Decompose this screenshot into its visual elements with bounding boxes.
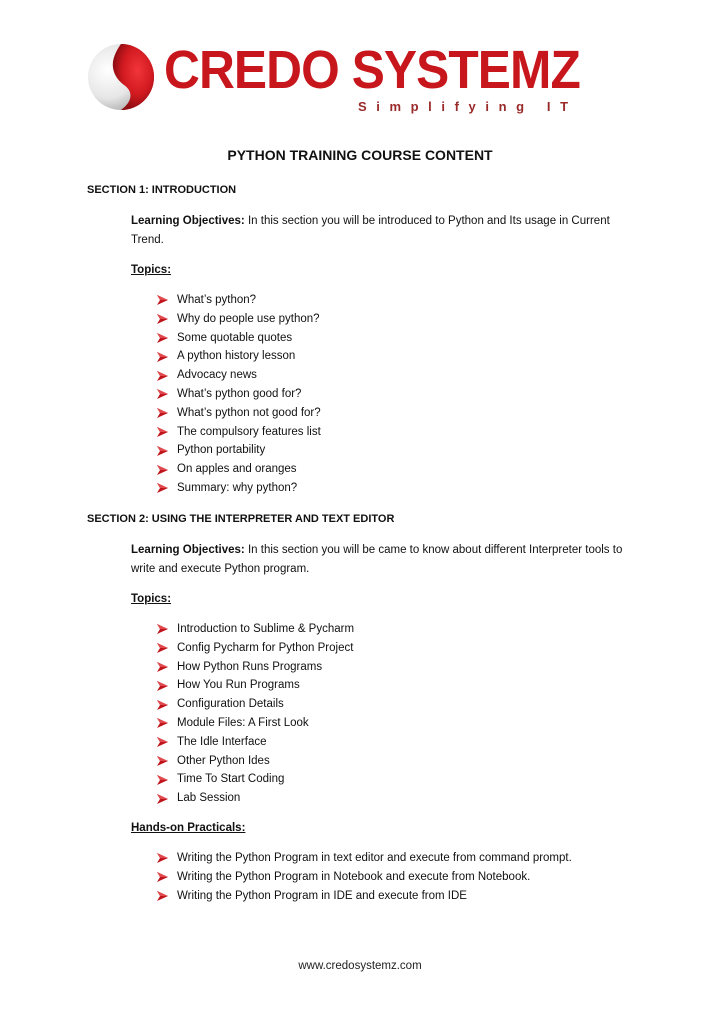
section-1-heading: SECTION 1: INTRODUCTION xyxy=(87,184,237,196)
arrowhead-bullet-icon xyxy=(157,755,177,766)
arrowhead-bullet-icon xyxy=(157,718,177,729)
section-2-heading: SECTION 2: USING THE INTERPRETER AND TEX… xyxy=(87,513,395,525)
arrowhead-bullet-icon xyxy=(157,408,177,419)
list-item: Time To Start Coding xyxy=(157,770,354,789)
list-item: Writing the Python Program in IDE and ex… xyxy=(157,887,572,906)
list-item: Writing the Python Program in text edito… xyxy=(157,849,572,868)
list-item: Python portability xyxy=(157,441,321,460)
list-item-text: A python history lesson xyxy=(177,350,296,363)
list-item-text: Advocacy news xyxy=(177,369,257,382)
arrowhead-bullet-icon xyxy=(157,793,177,804)
list-item: Introduction to Sublime & Pycharm xyxy=(157,620,354,639)
objective-label: Learning Objectives: xyxy=(131,544,245,556)
list-item-text: Introduction to Sublime & Pycharm xyxy=(177,623,355,635)
arrowhead-bullet-icon xyxy=(157,426,177,437)
arrowhead-bullet-icon xyxy=(157,624,177,635)
list-item-text: How Python Runs Programs xyxy=(177,660,323,673)
arrowhead-bullet-icon xyxy=(157,661,177,672)
page-title: PYTHON TRAINING COURSE CONTENT xyxy=(227,147,493,163)
list-item: Summary: why python? xyxy=(157,479,321,498)
list-item: Other Python Ides xyxy=(157,752,354,771)
list-item: Advocacy news xyxy=(157,366,321,385)
list-item-text: Why do people use python? xyxy=(177,312,320,325)
list-item-text: Time To Start Coding xyxy=(177,773,285,786)
list-item: Writing the Python Program in Notebook a… xyxy=(157,868,572,887)
list-item-text: Config Pycharm for Python Project xyxy=(177,641,354,654)
list-item-text: Summary: why python? xyxy=(177,481,298,494)
section-1-topics-list: What’s python? Why do people use python? S… xyxy=(157,291,321,498)
list-item: Some quotable quotes xyxy=(157,329,321,348)
arrowhead-bullet-icon xyxy=(157,351,177,362)
list-item: What’s python? xyxy=(157,291,321,310)
arrowhead-bullet-icon xyxy=(157,643,177,654)
list-item: The compulsory features list xyxy=(157,423,321,442)
arrowhead-bullet-icon xyxy=(157,389,177,400)
list-item-text: Writing the Python Program in text edito… xyxy=(177,852,572,864)
arrowhead-bullet-icon xyxy=(157,295,177,306)
list-item-text: The Idle Interface xyxy=(177,735,267,748)
section-1-topics-label: Topics: xyxy=(131,264,172,276)
document-page: CREDO SYSTEMZ Simplifying IT PYTHON TRAI… xyxy=(0,0,720,1018)
list-item-text: Module Files: A First Look xyxy=(177,716,309,729)
list-item: Config Pycharm for Python Project xyxy=(157,639,354,658)
list-item-text: Writing the Python Program in Notebook a… xyxy=(177,870,531,883)
list-item-text: Some quotable quotes xyxy=(177,331,293,344)
brand-tagline: Simplifying IT xyxy=(358,99,578,114)
arrowhead-bullet-icon xyxy=(157,853,177,864)
credo-systemz-logo: CREDO SYSTEMZ Simplifying IT xyxy=(86,40,581,126)
section-2-topics-list: Introduction to Sublime & Pycharm Config … xyxy=(157,620,354,808)
list-item-text: Lab Session xyxy=(177,792,241,805)
brand-name: CREDO SYSTEMZ xyxy=(164,40,581,100)
objective-label: Learning Objectives: xyxy=(131,215,245,227)
sphere-logo-icon xyxy=(88,44,154,110)
list-item: Lab Session xyxy=(157,789,354,808)
arrowhead-bullet-icon xyxy=(157,737,177,748)
list-item-text: What’s python? xyxy=(177,294,257,306)
list-item-text: What’s python good for? xyxy=(177,387,302,400)
list-item: The Idle Interface xyxy=(157,733,354,752)
list-item: A python history lesson xyxy=(157,347,321,366)
section-2-practicals-list: Writing the Python Program in text edito… xyxy=(157,849,572,905)
list-item: How You Run Programs xyxy=(157,676,354,695)
list-item: Configuration Details xyxy=(157,695,354,714)
arrowhead-bullet-icon xyxy=(157,872,177,883)
arrowhead-bullet-icon xyxy=(157,483,177,494)
list-item: On apples and oranges xyxy=(157,460,321,479)
list-item: How Python Runs Programs xyxy=(157,658,354,677)
section-1-objective: Learning Objectives: In this section you… xyxy=(131,212,641,250)
arrowhead-bullet-icon xyxy=(157,464,177,475)
arrowhead-bullet-icon xyxy=(157,680,177,691)
section-2-practicals-label: Hands-on Practicals: xyxy=(131,822,246,834)
list-item: Module Files: A First Look xyxy=(157,714,354,733)
section-2-topics-label: Topics: xyxy=(131,593,172,605)
section-2-objective: Learning Objectives: In this section you… xyxy=(131,541,641,579)
list-item: What’s python good for? xyxy=(157,385,321,404)
footer-website: www.credosystemz.com xyxy=(298,960,422,972)
arrowhead-bullet-icon xyxy=(157,370,177,381)
arrowhead-bullet-icon xyxy=(157,332,177,343)
list-item-text: Python portability xyxy=(177,444,266,457)
list-item-text: Configuration Details xyxy=(177,698,284,711)
list-item-text: Writing the Python Program in IDE and ex… xyxy=(177,889,467,902)
list-item-text: Other Python Ides xyxy=(177,754,270,767)
list-item-text: How You Run Programs xyxy=(177,679,300,692)
arrowhead-bullet-icon xyxy=(157,774,177,785)
list-item-text: The compulsory features list xyxy=(177,425,321,438)
list-item-text: What’s python not good for? xyxy=(177,406,321,419)
arrowhead-bullet-icon xyxy=(157,445,177,456)
arrowhead-bullet-icon xyxy=(157,890,177,901)
arrowhead-bullet-icon xyxy=(157,314,177,325)
list-item-text: On apples and oranges xyxy=(177,463,297,476)
list-item: Why do people use python? xyxy=(157,310,321,329)
arrowhead-bullet-icon xyxy=(157,699,177,710)
list-item: What’s python not good for? xyxy=(157,404,321,423)
